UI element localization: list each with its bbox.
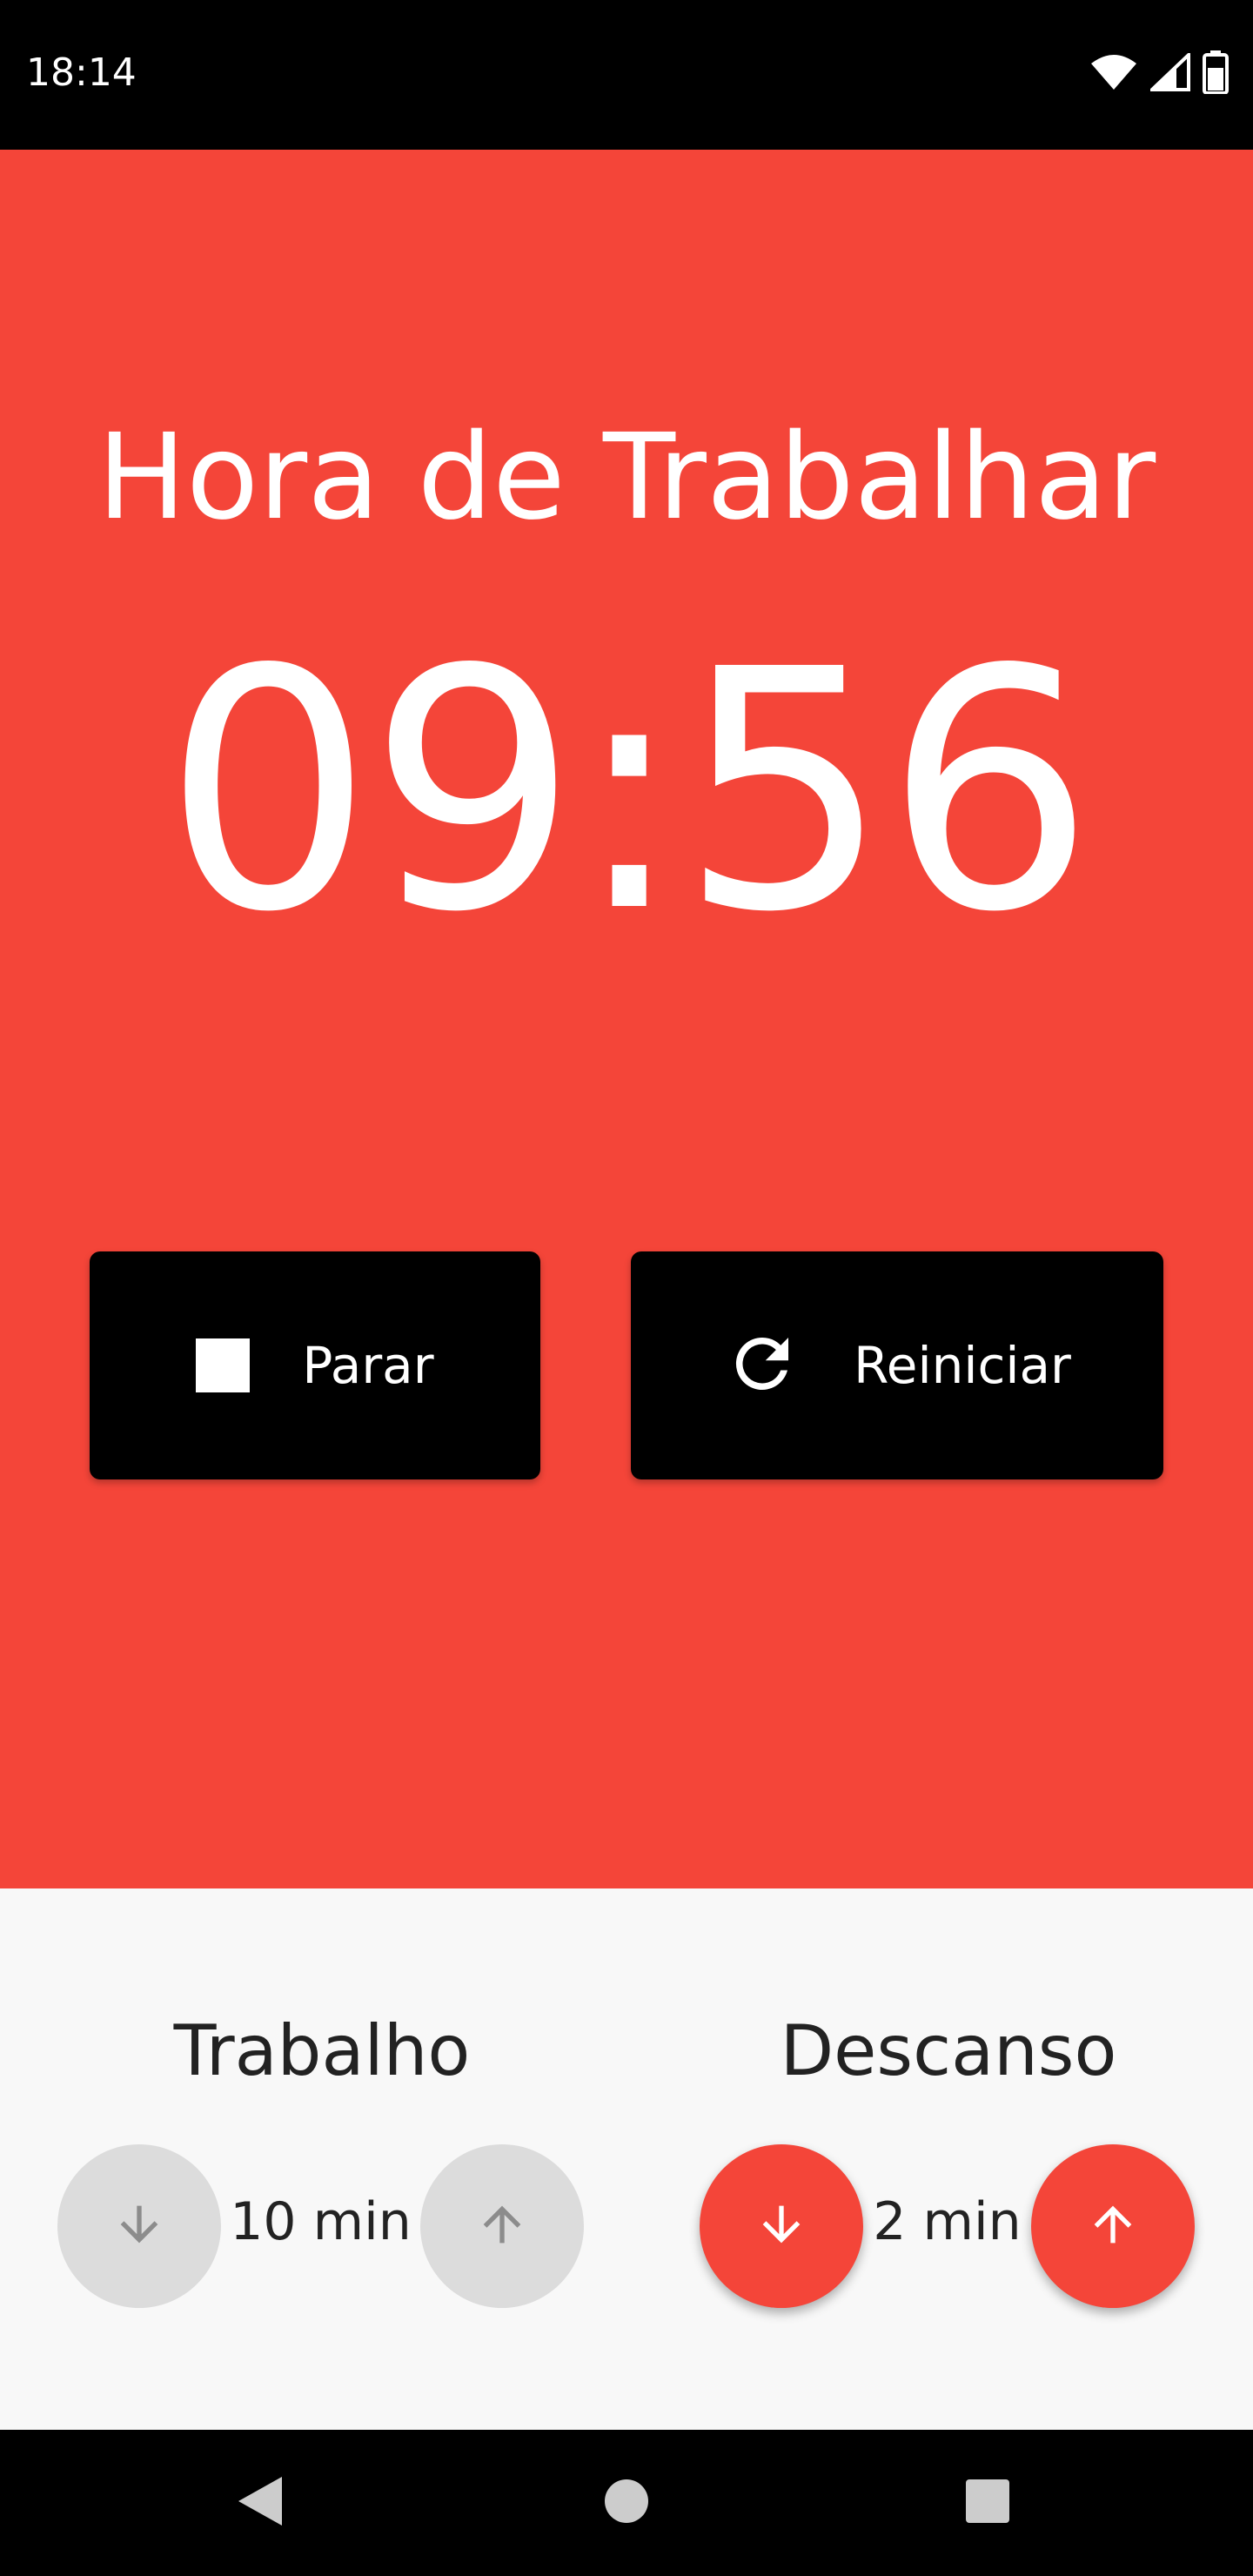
status-bar: 18:14 (0, 0, 1253, 150)
stop-icon (196, 1338, 251, 1392)
arrow-up-icon (474, 2197, 530, 2257)
work-decrease-button[interactable] (57, 2144, 221, 2308)
back-icon[interactable] (235, 2473, 284, 2533)
refresh-icon (723, 1325, 801, 1407)
restart-button[interactable]: Reiniciar (631, 1251, 1163, 1479)
stop-button-label: Parar (302, 1336, 434, 1395)
work-title: Trabalho (173, 2010, 471, 2091)
rest-increase-button[interactable] (1031, 2144, 1195, 2308)
mode-title: Hora de Trabalhar (97, 409, 1156, 547)
signal-icon (1148, 50, 1190, 96)
wifi-icon (1089, 53, 1138, 96)
timer-display: 09:56 (163, 599, 1095, 984)
work-duration-value: 10 min (230, 2191, 412, 2252)
stop-button[interactable]: Parar (90, 1251, 540, 1479)
battery-icon (1203, 50, 1229, 98)
rest-title: Descanso (780, 2010, 1117, 2091)
home-icon[interactable] (604, 2473, 649, 2533)
work-increase-button[interactable] (420, 2144, 584, 2308)
arrow-up-icon (1085, 2197, 1141, 2257)
rest-duration-value: 2 min (873, 2191, 1022, 2252)
status-icons (1089, 50, 1229, 98)
arrow-down-icon (754, 2197, 809, 2257)
status-time: 18:14 (26, 50, 137, 95)
recents-icon[interactable] (964, 2473, 1009, 2533)
rest-decrease-button[interactable] (700, 2144, 863, 2308)
navigation-bar (0, 2430, 1253, 2576)
restart-button-label: Reiniciar (854, 1336, 1071, 1395)
arrow-down-icon (111, 2197, 167, 2257)
